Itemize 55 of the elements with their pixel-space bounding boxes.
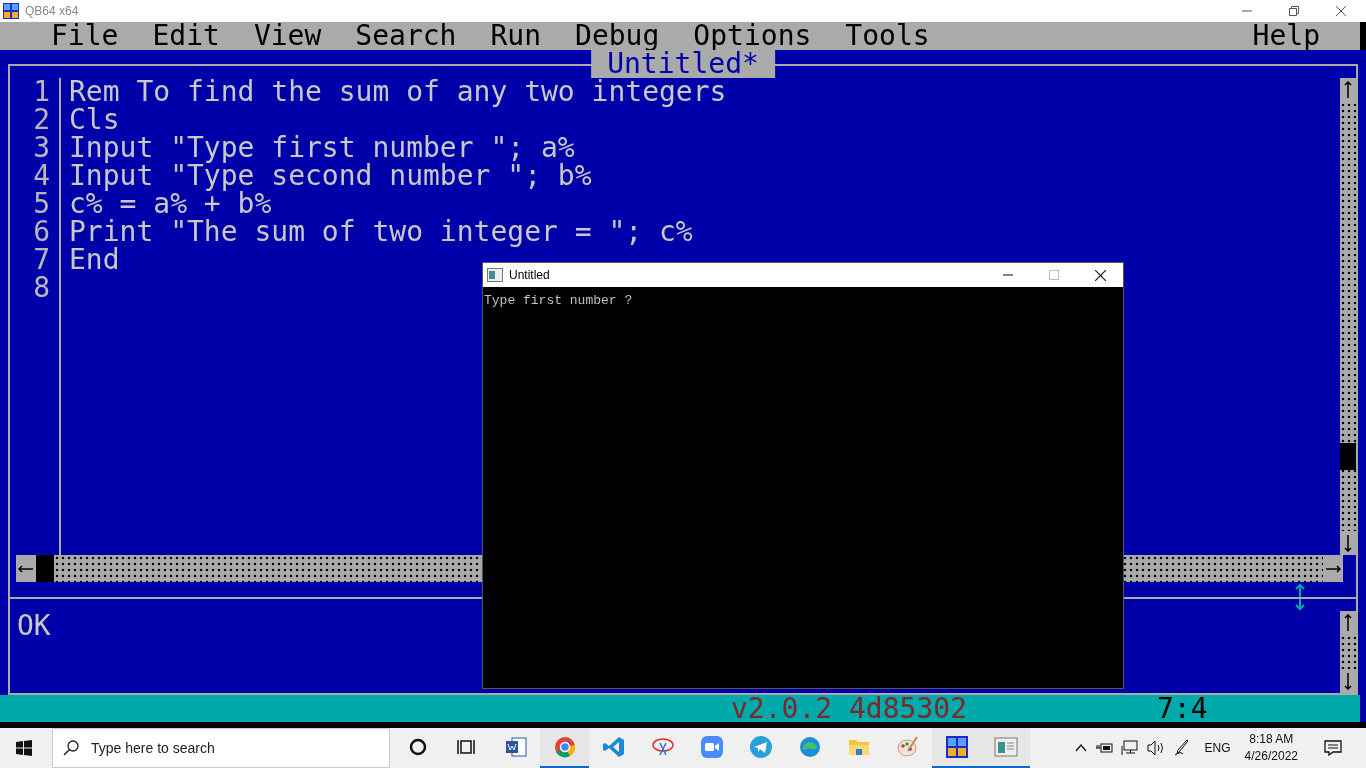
close-icon[interactable]	[1336, 6, 1346, 16]
cursor-position: 7:4	[1157, 695, 1208, 722]
menu-item[interactable]: Search	[355, 22, 457, 50]
menu-item[interactable]: Tools	[845, 22, 930, 50]
line-number: 7	[32, 246, 50, 274]
arrow-up-icon[interactable]	[1344, 614, 1352, 632]
menu-item[interactable]: File	[51, 22, 119, 50]
version-text: v2.0.2 4d85302	[731, 695, 968, 722]
scrollbar-thumb[interactable]	[1340, 443, 1356, 470]
line-number: 3	[32, 134, 50, 162]
pen-icon[interactable]	[1172, 739, 1191, 757]
search-field[interactable]: Type here to search	[52, 728, 390, 768]
console-output: Type first number ?	[484, 293, 633, 308]
window-app-icon	[487, 268, 503, 282]
arrow-right-icon[interactable]	[1325, 564, 1341, 573]
arrow-down-icon[interactable]	[1344, 534, 1352, 552]
app-icon[interactable]	[932, 728, 981, 768]
menu-item[interactable]: Edit	[152, 22, 220, 50]
menu-item[interactable]: Debug	[575, 22, 660, 50]
arrow-left-icon[interactable]	[18, 564, 34, 573]
speaker-icon[interactable]	[1146, 740, 1165, 756]
vertical-scrollbar[interactable]	[1340, 611, 1356, 693]
vertical-scrollbar[interactable]	[1340, 78, 1356, 555]
line-number: 2	[32, 106, 50, 134]
console-title: Untitled	[509, 268, 550, 282]
language-indicator[interactable]: ENG	[1204, 741, 1231, 755]
app-icon	[3, 3, 19, 19]
line-number: 8	[32, 274, 50, 302]
arrow-down-icon[interactable]	[1344, 672, 1352, 690]
windows-start-icon[interactable]	[16, 740, 32, 756]
restore-icon[interactable]	[1289, 6, 1299, 16]
line-number: 5	[32, 190, 50, 218]
search-icon	[63, 740, 79, 756]
battery-plug-icon[interactable]	[1094, 741, 1113, 755]
notification-icon[interactable]	[1324, 739, 1342, 757]
line-number: 1	[32, 78, 50, 106]
line-number: 6	[32, 218, 50, 246]
immediate-text: OK	[16, 608, 51, 644]
scrollbar-thumb[interactable]	[36, 555, 54, 582]
menu-item[interactable]: Run	[490, 22, 542, 50]
menu-item[interactable]: Help	[1252, 22, 1320, 50]
editor-title: Untitled*	[591, 50, 775, 78]
clock-date[interactable]: 4/26/2022	[1244, 748, 1298, 765]
clock-time[interactable]: 8:18 AM	[1249, 731, 1294, 748]
menu-item[interactable]: Options	[693, 22, 812, 50]
arrow-up-icon[interactable]	[1344, 81, 1352, 99]
window-title: QB64 x64	[25, 4, 79, 18]
close-icon[interactable]	[1095, 269, 1106, 281]
resize-arrow-icon[interactable]	[1294, 583, 1306, 611]
line-number: 4	[32, 162, 50, 190]
browser-icon[interactable]	[540, 728, 589, 768]
network-icon[interactable]	[1120, 740, 1139, 756]
menu-item[interactable]: View	[253, 22, 322, 50]
caret-up-icon[interactable]	[1074, 744, 1087, 752]
window-app-icon[interactable]	[981, 728, 1030, 768]
